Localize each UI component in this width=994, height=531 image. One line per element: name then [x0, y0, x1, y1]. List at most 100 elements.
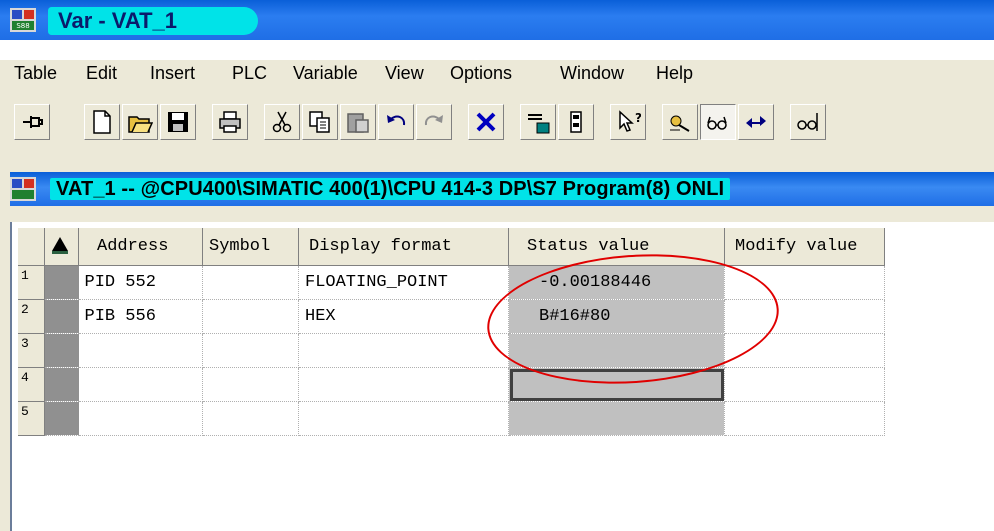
redo-icon — [424, 115, 443, 126]
menu-insert[interactable]: Insert — [150, 63, 195, 84]
menu-options[interactable]: Options — [450, 63, 512, 84]
cut-button[interactable] — [264, 104, 300, 140]
pin-icon — [23, 116, 43, 128]
new-icon — [93, 110, 111, 134]
delete-button[interactable] — [468, 104, 504, 140]
row-number[interactable]: 3 — [18, 333, 45, 368]
col-header-symbol[interactable]: Symbol — [202, 228, 299, 266]
status-value-cell-focused[interactable] — [508, 367, 725, 402]
status-value-cell[interactable]: B#16#80 — [508, 299, 725, 334]
col-header-display-format[interactable]: Display format — [298, 228, 509, 266]
row-number[interactable]: 4 — [18, 367, 45, 402]
help-pointer-icon: ? — [619, 110, 641, 132]
toolbar: ? — [0, 100, 994, 150]
table-row[interactable]: 2 PIB 556 HEX B#16#80 — [18, 299, 885, 334]
symbol-cell[interactable] — [202, 265, 299, 300]
redo-button[interactable] — [416, 104, 452, 140]
copy-icon — [309, 111, 330, 133]
display-format-cell[interactable]: HEX — [298, 299, 509, 334]
glasses-trigger-button[interactable] — [790, 104, 826, 140]
display-format-cell[interactable] — [298, 367, 509, 402]
glasses-button[interactable] — [700, 104, 736, 140]
menu-variable[interactable]: Variable — [293, 63, 358, 84]
title-bar[interactable]: S88 Var - VAT_1 — [0, 0, 994, 40]
child-title-bar[interactable]: VAT_1 -- @CPU400\SIMATIC 400(1)\CPU 414-… — [10, 172, 994, 206]
menu-help[interactable]: Help — [656, 63, 693, 84]
menu-plc[interactable]: PLC — [232, 63, 267, 84]
open-button[interactable] — [122, 104, 158, 140]
status-value-cell[interactable] — [508, 333, 725, 368]
symbol-cell[interactable] — [202, 401, 299, 436]
menu-edit[interactable]: Edit — [86, 63, 117, 84]
child-window-title: VAT_1 -- @CPU400\SIMATIC 400(1)\CPU 414-… — [50, 178, 731, 200]
row-select-cell[interactable] — [44, 401, 79, 436]
modify-value-cell[interactable] — [724, 299, 885, 334]
address-cell[interactable] — [78, 401, 203, 436]
col-header-modify-value[interactable]: Modify value — [724, 228, 885, 266]
paste-button[interactable] — [340, 104, 376, 140]
cut-icon — [272, 111, 292, 133]
row-select-cell[interactable] — [44, 299, 79, 334]
variable-table: Address Symbol Display format Status val… — [18, 228, 885, 436]
col-header-address[interactable]: Address — [78, 228, 203, 266]
glasses-icon — [707, 116, 727, 130]
window-title: Var - VAT_1 — [58, 8, 178, 33]
address-cell[interactable]: PIB 556 — [78, 299, 203, 334]
row-select-cell[interactable] — [44, 367, 79, 402]
menu-view[interactable]: View — [385, 63, 424, 84]
monitor-variable-button[interactable] — [662, 104, 698, 140]
display-format-cell[interactable] — [298, 333, 509, 368]
row-number[interactable]: 5 — [18, 401, 45, 436]
copy-button[interactable] — [302, 104, 338, 140]
svg-text:?: ? — [635, 111, 641, 125]
svg-text:S88: S88 — [16, 22, 29, 30]
status-value-cell[interactable]: -0.00188446 — [508, 265, 725, 300]
monitor-button[interactable] — [520, 104, 556, 140]
print-button[interactable] — [212, 104, 248, 140]
table-sort-icon — [52, 236, 68, 254]
menu-window[interactable]: Window — [560, 63, 624, 84]
display-format-cell[interactable] — [298, 401, 509, 436]
monitor-variable-icon — [670, 115, 690, 132]
modify-value-cell[interactable] — [724, 367, 885, 402]
simatic-app-icon: S88 — [10, 8, 36, 32]
module-button[interactable] — [558, 104, 594, 140]
undo-button[interactable] — [378, 104, 414, 140]
table-row[interactable]: 1 PID 552 FLOATING_POINT -0.00188446 — [18, 265, 885, 300]
menu-bar: Table Edit Insert PLC Variable View Opti… — [0, 60, 994, 88]
modify-value-cell[interactable] — [724, 333, 885, 368]
symbol-cell[interactable] — [202, 367, 299, 402]
modify-icon — [746, 116, 766, 128]
corner-cell — [18, 228, 45, 266]
modify-button[interactable] — [738, 104, 774, 140]
simatic-child-icon — [10, 177, 36, 201]
glasses-trigger-icon — [797, 113, 818, 131]
monitor-icon — [528, 114, 550, 134]
address-cell[interactable] — [78, 367, 203, 402]
row-select-cell[interactable] — [44, 333, 79, 368]
symbol-cell[interactable] — [202, 299, 299, 334]
address-cell[interactable] — [78, 333, 203, 368]
col-header-status-value[interactable]: Status value — [508, 228, 725, 266]
display-format-cell[interactable]: FLOATING_POINT — [298, 265, 509, 300]
menu-table[interactable]: Table — [14, 63, 57, 84]
modify-value-cell[interactable] — [724, 265, 885, 300]
address-cell[interactable]: PID 552 — [78, 265, 203, 300]
save-button[interactable] — [160, 104, 196, 140]
status-value-cell[interactable] — [508, 401, 725, 436]
help-button[interactable]: ? — [610, 104, 646, 140]
modify-value-cell[interactable] — [724, 401, 885, 436]
symbol-cell[interactable] — [202, 333, 299, 368]
pin-button[interactable] — [14, 104, 50, 140]
row-select-header[interactable] — [44, 228, 79, 266]
new-button[interactable] — [84, 104, 120, 140]
row-number[interactable]: 2 — [18, 299, 45, 334]
row-select-cell[interactable] — [44, 265, 79, 300]
table-row[interactable]: 3 — [18, 333, 885, 368]
table-row[interactable]: 4 — [18, 367, 885, 402]
undo-icon — [387, 115, 406, 126]
row-number[interactable]: 1 — [18, 265, 45, 300]
paste-icon — [347, 113, 369, 133]
variable-table-area: Address Symbol Display format Status val… — [10, 222, 994, 531]
table-row[interactable]: 5 — [18, 401, 885, 436]
